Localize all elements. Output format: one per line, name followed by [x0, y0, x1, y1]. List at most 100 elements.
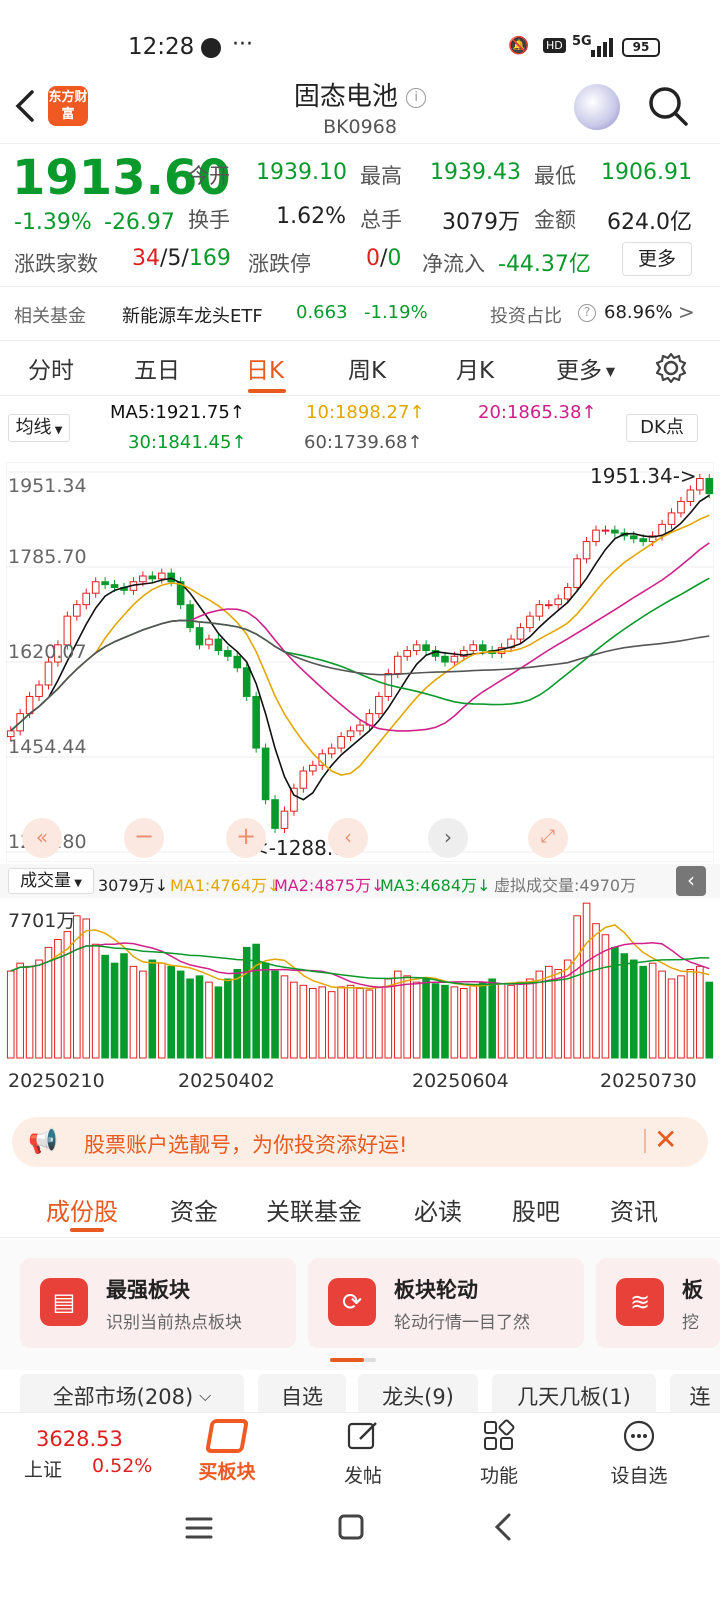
- ma60-value: 60:1739.68↑: [304, 432, 423, 453]
- volume-bar: [412, 981, 421, 1059]
- candle-body: [261, 747, 270, 801]
- open-value: 1939.10: [256, 160, 347, 185]
- tab-forum[interactable]: 股吧: [512, 1192, 560, 1227]
- y-tick-label: 1951.34: [8, 475, 87, 497]
- active-tab-indicator: [70, 1228, 104, 1232]
- ma-selector[interactable]: 均线 ▼: [8, 414, 70, 442]
- tab-constituents[interactable]: 成份股: [46, 1192, 118, 1227]
- volume-bar: [214, 986, 223, 1059]
- candle-body: [35, 684, 43, 697]
- candle-body: [393, 655, 402, 675]
- system-nav-bar: [0, 1492, 720, 1600]
- tab-five-day[interactable]: 五日: [134, 351, 180, 385]
- help-icon[interactable]: ?: [578, 304, 596, 322]
- more-circle-icon: [623, 1420, 655, 1452]
- tab-related-funds[interactable]: 关联基金: [266, 1192, 362, 1227]
- volume-value: 3079万: [442, 210, 520, 235]
- vol-ma2: MA2:4875万↓: [274, 876, 385, 895]
- candle-body: [101, 581, 109, 586]
- volume-selector[interactable]: 成交量 ▼: [8, 868, 94, 894]
- pan-left-icon[interactable]: ‹: [328, 818, 368, 858]
- x-axis-dates: 20250210 20250402 20250604 20250730: [0, 1066, 720, 1102]
- pan-left-fast-icon[interactable]: «: [22, 818, 62, 858]
- turnover-value: 1.62%: [276, 204, 346, 229]
- date-label: 20250402: [178, 1070, 275, 1092]
- post-button[interactable]: 发帖: [334, 1417, 392, 1489]
- volume-bar: [101, 954, 109, 1059]
- close-icon[interactable]: ✕: [654, 1123, 677, 1156]
- zoom-out-icon[interactable]: −: [124, 818, 164, 858]
- candle-body: [82, 592, 91, 606]
- tab-intraday[interactable]: 分时: [28, 351, 74, 385]
- volume-bar: [431, 983, 440, 1059]
- tab-monthly-k[interactable]: 月K: [456, 351, 494, 385]
- home-icon[interactable]: [336, 1512, 366, 1542]
- search-icon[interactable]: [646, 84, 690, 128]
- volume-bar: [25, 965, 34, 1059]
- candle-body: [356, 724, 364, 732]
- ma10-value: 10:1898.27↑: [306, 402, 425, 423]
- active-tab-indicator: [248, 389, 286, 393]
- tab-must-read[interactable]: 必读: [414, 1192, 462, 1227]
- y-tick-label: 1785.70: [8, 546, 87, 568]
- candle-body: [526, 615, 534, 629]
- candle-body: [375, 695, 383, 715]
- menu-icon[interactable]: [184, 1514, 214, 1542]
- card-sector-rotation[interactable]: ⟳ 板块轮动 轮动行情一目了然: [308, 1258, 584, 1348]
- volume-bar: [299, 984, 308, 1059]
- dk-selector[interactable]: DK点: [626, 414, 698, 442]
- promo-banner[interactable]: 📢 股票账户选靓号，为你投资添好运! ✕: [12, 1117, 708, 1167]
- kline-chart[interactable]: 1951.341785.701620.071454.441288.80: [6, 462, 714, 862]
- buy-sector-button[interactable]: 买板块: [194, 1417, 260, 1489]
- volume-bar: [157, 962, 166, 1059]
- tab-news[interactable]: 资讯: [610, 1192, 658, 1227]
- pan-right-icon[interactable]: ›: [428, 818, 468, 858]
- volume-bar: [271, 970, 279, 1059]
- card-strongest-sector[interactable]: ▤ 最强板块 识别当前热点板块: [20, 1258, 296, 1348]
- amount-label: 金额: [534, 208, 576, 232]
- candle-body: [214, 638, 223, 652]
- high-marker: 1951.34->: [590, 464, 697, 488]
- info-icon[interactable]: i: [406, 87, 427, 108]
- candle-body: [412, 644, 421, 652]
- candle-body: [280, 810, 289, 829]
- volume-bar: [611, 946, 619, 1059]
- functions-button[interactable]: 功能: [470, 1417, 528, 1489]
- add-watchlist-button[interactable]: 设自选: [604, 1417, 674, 1489]
- candle-body: [224, 650, 232, 657]
- index-pct: 0.52%: [92, 1455, 153, 1477]
- tab-weekly-k[interactable]: 周K: [348, 351, 386, 385]
- netflow-value: -44.37亿: [498, 252, 591, 277]
- tab-more[interactable]: 更多 ▼: [556, 351, 615, 385]
- volume-chart[interactable]: [6, 898, 714, 1062]
- feature-cards: ▤ 最强板块 识别当前热点板块 ⟳ 板块轮动 轮动行情一目了然 ≋ 板 挖: [0, 1240, 720, 1370]
- zoom-in-icon[interactable]: +: [226, 818, 266, 858]
- fund-label: 相关基金: [14, 306, 86, 327]
- limit-values: 0/0: [366, 246, 402, 271]
- tab-funds[interactable]: 资金: [170, 1192, 218, 1227]
- collapse-panel-icon[interactable]: ‹: [676, 866, 706, 896]
- fullscreen-icon[interactable]: ⤢: [528, 818, 568, 858]
- robot-assistant-icon[interactable]: [574, 84, 620, 130]
- card-partial[interactable]: ≋ 板 挖: [596, 1258, 720, 1348]
- volume-bar: [507, 984, 515, 1059]
- candle-body: [148, 575, 157, 580]
- more-notifications: ···: [232, 32, 253, 57]
- date-label: 20250604: [412, 1070, 509, 1092]
- related-fund-row[interactable]: 相关基金 新能源车龙头ETF 0.663 -1.19% 投资占比 ? 68.96…: [0, 296, 720, 336]
- volume-bar: [167, 965, 176, 1059]
- tab-daily-k[interactable]: 日K: [246, 351, 284, 385]
- more-button[interactable]: 更多: [622, 242, 692, 276]
- fund-pct: -1.19%: [364, 302, 428, 323]
- volume-bar: [195, 975, 204, 1059]
- volume-bar: [139, 970, 147, 1059]
- settings-gear-icon[interactable]: [654, 351, 688, 385]
- candle-body: [252, 695, 260, 749]
- card-desc: 轮动行情一目了然: [394, 1313, 530, 1333]
- candle-body: [582, 541, 591, 560]
- fund-name: 新能源车龙头ETF: [122, 306, 263, 327]
- volume-bar: [620, 953, 629, 1059]
- back-nav-icon[interactable]: [490, 1512, 516, 1542]
- edit-icon: [347, 1422, 377, 1450]
- candle-body: [611, 529, 619, 534]
